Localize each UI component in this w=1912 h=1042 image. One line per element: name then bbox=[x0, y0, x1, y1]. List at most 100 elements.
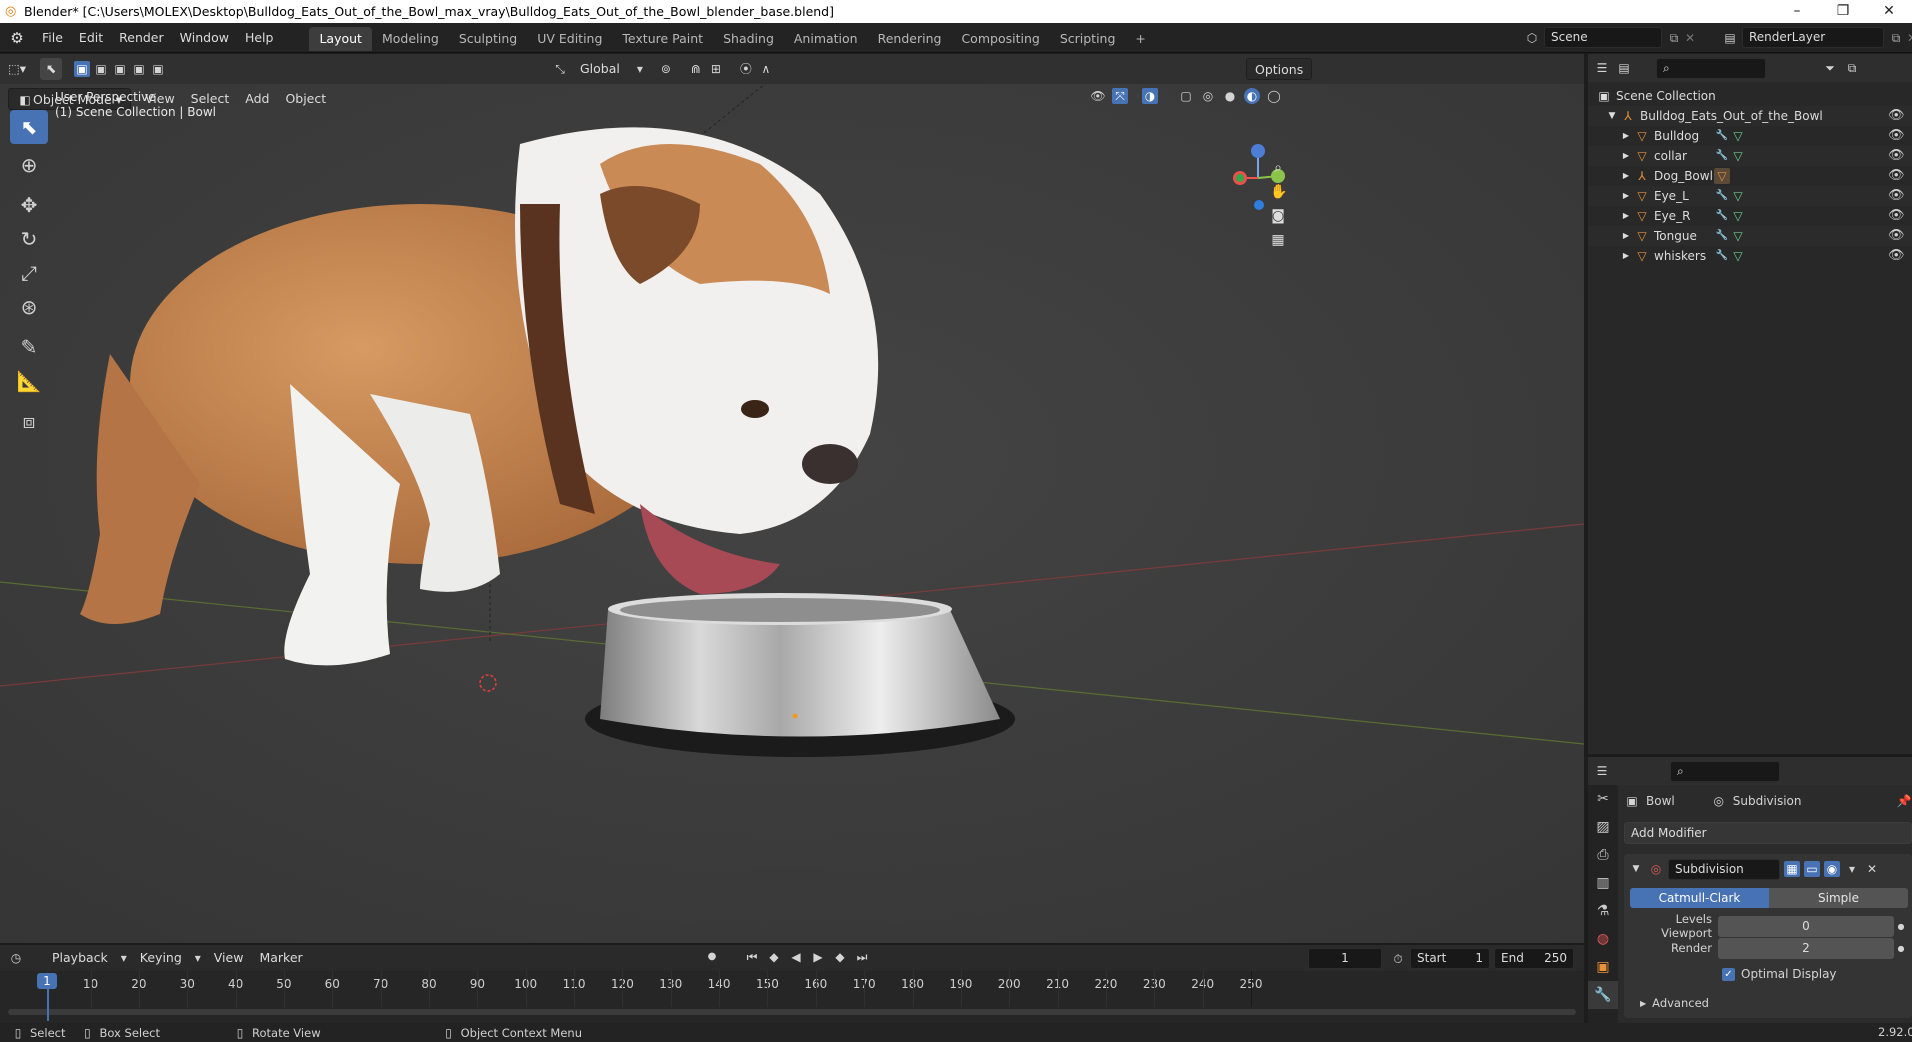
expand-arrow-icon[interactable]: ▼ bbox=[1604, 108, 1620, 124]
tool-tab-icon[interactable]: ✂ bbox=[1588, 785, 1618, 813]
menu-edit[interactable]: Edit bbox=[71, 23, 111, 53]
expand-arrow-icon[interactable]: ▶ bbox=[1618, 148, 1634, 164]
outliner-item[interactable]: ▶ ▽ collar 🔧 ▽ 👁 bbox=[1588, 146, 1912, 166]
new-layer-icon[interactable]: ⧉ bbox=[1888, 30, 1904, 46]
viewport-menu-object[interactable]: Object bbox=[277, 88, 334, 110]
play-reverse-icon[interactable]: ◀ bbox=[788, 949, 804, 965]
snap-target-icon[interactable]: ⊞ bbox=[708, 61, 724, 77]
gizmo-toggle-icon[interactable]: ⤧ bbox=[1112, 88, 1128, 104]
eye-icon[interactable]: 👁 bbox=[1888, 166, 1905, 186]
new-collection-icon[interactable]: ⧉ bbox=[1844, 60, 1860, 76]
record-icon[interactable]: ● bbox=[704, 949, 720, 965]
transform-tool-icon[interactable]: ⊛ bbox=[10, 290, 48, 324]
close-window-button[interactable]: ✕ bbox=[1866, 0, 1912, 23]
annotate-tool-icon[interactable]: ✎ bbox=[10, 330, 48, 364]
tab-layout[interactable]: Layout bbox=[309, 27, 372, 51]
outliner-editor-icon[interactable]: ☰ bbox=[1594, 60, 1610, 76]
expand-arrow-icon[interactable]: ▶ bbox=[1618, 188, 1634, 204]
jump-end-icon[interactable]: ⏭ bbox=[854, 949, 870, 965]
tab-sculpting[interactable]: Sculpting bbox=[449, 27, 527, 51]
transform-orientation-dropdown[interactable]: Global bbox=[572, 58, 628, 80]
viewport-menu-add[interactable]: Add bbox=[237, 88, 277, 110]
move-tool-icon[interactable]: ✥ bbox=[10, 188, 48, 222]
rotate-tool-icon[interactable]: ↻ bbox=[10, 222, 48, 256]
minimize-button[interactable]: – bbox=[1774, 0, 1820, 23]
view-layer-icon[interactable]: ▤ bbox=[1722, 30, 1738, 46]
outliner-item[interactable]: ▶ ⅄ Dog_Bowl ▽ 👁 bbox=[1588, 166, 1912, 186]
catmull-clark-button[interactable]: Catmull-Clark bbox=[1630, 888, 1769, 908]
jump-start-icon[interactable]: ⏮ bbox=[744, 949, 760, 965]
cursor-tool-icon[interactable]: ⊕ bbox=[10, 148, 48, 182]
timeline-menu-marker[interactable]: Marker bbox=[251, 947, 310, 969]
material-shading-icon[interactable]: ◐ bbox=[1244, 88, 1260, 104]
timeline-menu-playback[interactable]: Playback bbox=[44, 947, 116, 969]
tab-uv-editing[interactable]: UV Editing bbox=[527, 27, 612, 51]
expand-arrow-icon[interactable]: ▶ bbox=[1618, 228, 1634, 244]
eye-icon[interactable]: 👁 bbox=[1888, 186, 1905, 206]
filter-icon[interactable]: ⏷ bbox=[1822, 60, 1838, 76]
current-frame-field[interactable]: 1 bbox=[1308, 948, 1382, 969]
levels-viewport-field[interactable]: 0 bbox=[1718, 915, 1894, 937]
modifier-menu-icon[interactable]: ▾ bbox=[1844, 861, 1860, 877]
add-cube-tool-icon[interactable]: ⧈ bbox=[10, 404, 48, 438]
render-tab-icon[interactable]: ▨ bbox=[1588, 813, 1618, 841]
remove-modifier-icon[interactable]: ✕ bbox=[1864, 861, 1880, 877]
properties-editor-icon[interactable]: ☰ bbox=[1594, 763, 1610, 779]
playhead[interactable]: 1 bbox=[37, 973, 57, 989]
falloff-icon[interactable]: ∧ bbox=[758, 61, 774, 77]
eye-icon[interactable]: 👁 bbox=[1888, 246, 1905, 266]
outliner-item[interactable]: ▶ ▽ Eye_R 🔧 ▽ 👁 bbox=[1588, 206, 1912, 226]
timeline-menu-view[interactable]: View bbox=[206, 947, 252, 969]
delete-layer-icon[interactable]: ✕ bbox=[1904, 30, 1912, 46]
scene-icon[interactable]: ⬡ bbox=[1524, 30, 1540, 46]
zoom-icon[interactable]: ⌕ bbox=[1270, 160, 1286, 176]
outliner-item[interactable]: ▶ ▽ Bulldog 🔧 ▽ 👁 bbox=[1588, 126, 1912, 146]
select-box-tool-icon[interactable]: ⬉ bbox=[10, 110, 48, 144]
end-frame-field[interactable]: End 250 bbox=[1494, 948, 1574, 969]
select-new-icon[interactable]: ▣ bbox=[74, 61, 91, 77]
timeline-editor-icon[interactable]: ◷ bbox=[8, 950, 24, 966]
menu-window[interactable]: Window bbox=[172, 23, 237, 53]
modifier-tab-icon[interactable]: 🔧 bbox=[1588, 981, 1618, 1009]
snap-icon[interactable]: ⋒ bbox=[688, 61, 704, 77]
tab-rendering[interactable]: Rendering bbox=[868, 27, 952, 51]
start-frame-field[interactable]: Start 1 bbox=[1410, 948, 1490, 969]
select-invert-icon[interactable]: ▣ bbox=[131, 61, 147, 77]
tab-scripting[interactable]: Scripting bbox=[1050, 27, 1126, 51]
3d-viewport[interactable] bbox=[0, 54, 1584, 943]
pan-hand-icon[interactable]: ✋ bbox=[1270, 184, 1287, 200]
camera-view-icon[interactable]: ◙ bbox=[1270, 208, 1286, 224]
add-modifier-dropdown[interactable]: Add Modifier bbox=[1624, 822, 1912, 844]
scale-tool-icon[interactable]: ⤢ bbox=[10, 256, 48, 290]
modifier-name-input[interactable]: Subdivision bbox=[1668, 858, 1780, 880]
menu-render[interactable]: Render bbox=[111, 23, 172, 53]
select-intersect-icon[interactable]: ▣ bbox=[150, 61, 166, 77]
expand-arrow-icon[interactable]: ▶ bbox=[1618, 248, 1634, 264]
properties-search-input[interactable]: ⌕ bbox=[1670, 760, 1780, 782]
keyframe-dot-icon[interactable]: ● bbox=[1894, 922, 1908, 931]
timeline-scrollbar[interactable] bbox=[8, 1009, 1576, 1015]
collapse-arrow-icon[interactable]: ▼ bbox=[1628, 861, 1644, 877]
proportional-edit-icon[interactable]: ⦿ bbox=[738, 61, 754, 77]
viewport-toggle-icon[interactable]: ▭ bbox=[1804, 861, 1820, 877]
play-icon[interactable]: ▶ bbox=[810, 949, 826, 965]
advanced-subpanel[interactable]: ▶ Advanced bbox=[1628, 994, 1908, 1012]
next-keyframe-icon[interactable]: ◆ bbox=[832, 949, 848, 965]
eye-icon[interactable]: 👁 bbox=[1888, 126, 1905, 146]
scene-selector[interactable]: Scene bbox=[1544, 27, 1662, 48]
rendered-shading-icon[interactable]: ◯ bbox=[1266, 88, 1282, 104]
edit-mode-toggle-icon[interactable]: ▦ bbox=[1784, 861, 1800, 877]
keyframe-dot-icon[interactable]: ● bbox=[1894, 944, 1908, 953]
xray-icon[interactable]: ▢ bbox=[1178, 88, 1194, 104]
prev-keyframe-icon[interactable]: ◆ bbox=[766, 949, 782, 965]
tab-texture-paint[interactable]: Texture Paint bbox=[612, 27, 713, 51]
simple-button[interactable]: Simple bbox=[1769, 888, 1908, 908]
options-dropdown[interactable]: Options bbox=[1246, 58, 1313, 80]
tab-shading[interactable]: Shading bbox=[713, 27, 784, 51]
timeline-ruler[interactable]: 1102030405060708090100110120130140150160… bbox=[0, 971, 1584, 1023]
eye-icon[interactable]: 👁 bbox=[1888, 226, 1905, 246]
add-workspace-button[interactable]: + bbox=[1125, 27, 1155, 51]
expand-arrow-icon[interactable]: ▶ bbox=[1618, 128, 1634, 144]
menu-help[interactable]: Help bbox=[237, 23, 282, 53]
timeline-menu-keying[interactable]: Keying bbox=[132, 947, 190, 969]
